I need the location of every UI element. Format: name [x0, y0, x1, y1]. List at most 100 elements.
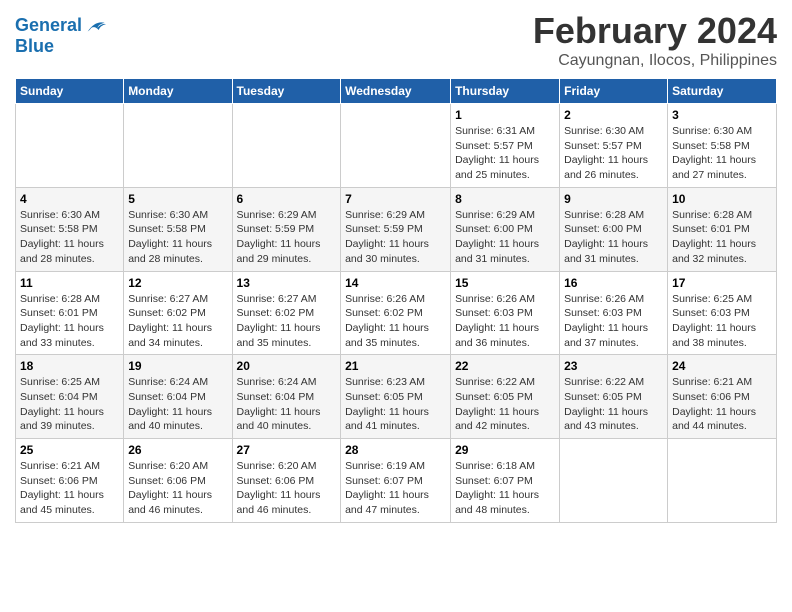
header: General Blue February 2024 Cayungnan, Il… [15, 10, 777, 70]
calendar-cell: 22 Sunrise: 6:22 AM Sunset: 6:05 PM Dayli… [451, 355, 560, 439]
weekday-header-friday: Friday [560, 79, 668, 104]
calendar-cell [668, 439, 777, 523]
day-number: 19 [128, 359, 227, 373]
day-info: Sunrise: 6:21 AM Sunset: 6:06 PM Dayligh… [672, 375, 772, 434]
calendar-cell: 27 Sunrise: 6:20 AM Sunset: 6:06 PM Dayli… [232, 439, 341, 523]
day-info: Sunrise: 6:26 AM Sunset: 6:03 PM Dayligh… [455, 292, 555, 351]
calendar-week-row: 18Sunrise: 6:25 AM Sunset: 6:04 PM Dayli… [16, 355, 777, 439]
day-number: 13 [237, 276, 337, 290]
day-number: 12 [128, 276, 227, 290]
day-number: 16 [564, 276, 663, 290]
day-number: 2 [564, 108, 663, 122]
weekday-header-thursday: Thursday [451, 79, 560, 104]
calendar-cell: 1 Sunrise: 6:31 AM Sunset: 5:57 PM Daylig… [451, 104, 560, 188]
day-info: Sunrise: 6:22 AM Sunset: 6:05 PM Dayligh… [564, 375, 663, 434]
calendar-cell: 29Sunrise: 6:18 AM Sunset: 6:07 PM Dayli… [451, 439, 560, 523]
day-info: Sunrise: 6:20 AM Sunset: 6:06 PM Dayligh… [128, 459, 227, 518]
day-info: Sunrise: 6:29 AM Sunset: 5:59 PM Dayligh… [345, 208, 446, 267]
day-number: 27 [237, 443, 337, 457]
day-number: 15 [455, 276, 555, 290]
day-number: 11 [20, 276, 119, 290]
day-number: 20 [237, 359, 337, 373]
day-info: Sunrise: 6:30 AM Sunset: 5:58 PM Dayligh… [20, 208, 119, 267]
day-info: Sunrise: 6:28 AM Sunset: 6:00 PM Dayligh… [564, 208, 663, 267]
day-number: 23 [564, 359, 663, 373]
weekday-header-row: SundayMondayTuesdayWednesdayThursdayFrid… [16, 79, 777, 104]
calendar-week-row: 1 Sunrise: 6:31 AM Sunset: 5:57 PM Daylig… [16, 104, 777, 188]
day-number: 1 [455, 108, 555, 122]
weekday-header-sunday: Sunday [16, 79, 124, 104]
day-info: Sunrise: 6:28 AM Sunset: 6:01 PM Dayligh… [672, 208, 772, 267]
day-info: Sunrise: 6:29 AM Sunset: 5:59 PM Dayligh… [237, 208, 337, 267]
calendar-cell: 10 Sunrise: 6:28 AM Sunset: 6:01 PM Dayli… [668, 187, 777, 271]
calendar-cell [124, 104, 232, 188]
calendar-week-row: 11 Sunrise: 6:28 AM Sunset: 6:01 PM Dayli… [16, 271, 777, 355]
day-number: 3 [672, 108, 772, 122]
calendar-cell: 6 Sunrise: 6:29 AM Sunset: 5:59 PM Daylig… [232, 187, 341, 271]
calendar-table: SundayMondayTuesdayWednesdayThursdayFrid… [15, 78, 777, 523]
calendar-body: 1 Sunrise: 6:31 AM Sunset: 5:57 PM Daylig… [16, 104, 777, 523]
day-number: 10 [672, 192, 772, 206]
calendar-cell: 24 Sunrise: 6:21 AM Sunset: 6:06 PM Dayli… [668, 355, 777, 439]
day-number: 25 [20, 443, 119, 457]
calendar-cell [232, 104, 341, 188]
calendar-cell: 18Sunrise: 6:25 AM Sunset: 6:04 PM Dayli… [16, 355, 124, 439]
calendar-cell: 21 Sunrise: 6:23 AM Sunset: 6:05 PM Dayli… [341, 355, 451, 439]
calendar-cell [560, 439, 668, 523]
day-info: Sunrise: 6:20 AM Sunset: 6:06 PM Dayligh… [237, 459, 337, 518]
calendar-cell: 19Sunrise: 6:24 AM Sunset: 6:04 PM Dayli… [124, 355, 232, 439]
calendar-cell: 14Sunrise: 6:26 AM Sunset: 6:02 PM Dayli… [341, 271, 451, 355]
logo-text: General [15, 16, 82, 36]
day-number: 26 [128, 443, 227, 457]
day-info: Sunrise: 6:22 AM Sunset: 6:05 PM Dayligh… [455, 375, 555, 434]
day-number: 4 [20, 192, 119, 206]
day-number: 24 [672, 359, 772, 373]
day-info: Sunrise: 6:29 AM Sunset: 6:00 PM Dayligh… [455, 208, 555, 267]
day-number: 22 [455, 359, 555, 373]
logo-general: General [15, 15, 82, 35]
day-number: 17 [672, 276, 772, 290]
page-title: February 2024 [533, 10, 777, 52]
calendar-cell: 20 Sunrise: 6:24 AM Sunset: 6:04 PM Dayli… [232, 355, 341, 439]
weekday-header-wednesday: Wednesday [341, 79, 451, 104]
day-number: 8 [455, 192, 555, 206]
day-number: 21 [345, 359, 446, 373]
calendar-week-row: 4 Sunrise: 6:30 AM Sunset: 5:58 PM Daylig… [16, 187, 777, 271]
day-info: Sunrise: 6:23 AM Sunset: 6:05 PM Dayligh… [345, 375, 446, 434]
day-number: 28 [345, 443, 446, 457]
calendar-cell: 5Sunrise: 6:30 AM Sunset: 5:58 PM Daylig… [124, 187, 232, 271]
logo-blue-text: Blue [15, 37, 106, 57]
day-info: Sunrise: 6:28 AM Sunset: 6:01 PM Dayligh… [20, 292, 119, 351]
calendar-cell: 9 Sunrise: 6:28 AM Sunset: 6:00 PM Daylig… [560, 187, 668, 271]
calendar-week-row: 25Sunrise: 6:21 AM Sunset: 6:06 PM Dayli… [16, 439, 777, 523]
calendar-cell: 26 Sunrise: 6:20 AM Sunset: 6:06 PM Dayli… [124, 439, 232, 523]
calendar-cell: 16 Sunrise: 6:26 AM Sunset: 6:03 PM Dayli… [560, 271, 668, 355]
weekday-header-tuesday: Tuesday [232, 79, 341, 104]
day-info: Sunrise: 6:31 AM Sunset: 5:57 PM Dayligh… [455, 124, 555, 183]
day-info: Sunrise: 6:30 AM Sunset: 5:58 PM Dayligh… [128, 208, 227, 267]
day-info: Sunrise: 6:25 AM Sunset: 6:04 PM Dayligh… [20, 375, 119, 434]
calendar-cell: 7Sunrise: 6:29 AM Sunset: 5:59 PM Daylig… [341, 187, 451, 271]
day-number: 9 [564, 192, 663, 206]
calendar-cell: 13 Sunrise: 6:27 AM Sunset: 6:02 PM Dayli… [232, 271, 341, 355]
day-info: Sunrise: 6:26 AM Sunset: 6:02 PM Dayligh… [345, 292, 446, 351]
weekday-header-monday: Monday [124, 79, 232, 104]
page-subtitle: Cayungnan, Ilocos, Philippines [533, 52, 777, 70]
day-info: Sunrise: 6:30 AM Sunset: 5:57 PM Dayligh… [564, 124, 663, 183]
calendar-cell: 15 Sunrise: 6:26 AM Sunset: 6:03 PM Dayli… [451, 271, 560, 355]
day-info: Sunrise: 6:27 AM Sunset: 6:02 PM Dayligh… [237, 292, 337, 351]
calendar-cell: 28Sunrise: 6:19 AM Sunset: 6:07 PM Dayli… [341, 439, 451, 523]
day-info: Sunrise: 6:24 AM Sunset: 6:04 PM Dayligh… [237, 375, 337, 434]
title-area: February 2024 Cayungnan, Ilocos, Philipp… [533, 10, 777, 70]
day-number: 6 [237, 192, 337, 206]
day-info: Sunrise: 6:26 AM Sunset: 6:03 PM Dayligh… [564, 292, 663, 351]
day-info: Sunrise: 6:18 AM Sunset: 6:07 PM Dayligh… [455, 459, 555, 518]
calendar-cell [341, 104, 451, 188]
calendar-cell: 23 Sunrise: 6:22 AM Sunset: 6:05 PM Dayli… [560, 355, 668, 439]
calendar-header: SundayMondayTuesdayWednesdayThursdayFrid… [16, 79, 777, 104]
day-info: Sunrise: 6:30 AM Sunset: 5:58 PM Dayligh… [672, 124, 772, 183]
calendar-cell: 3 Sunrise: 6:30 AM Sunset: 5:58 PM Daylig… [668, 104, 777, 188]
calendar-cell: 17Sunrise: 6:25 AM Sunset: 6:03 PM Dayli… [668, 271, 777, 355]
logo-bird-icon [84, 15, 106, 37]
day-info: Sunrise: 6:27 AM Sunset: 6:02 PM Dayligh… [128, 292, 227, 351]
